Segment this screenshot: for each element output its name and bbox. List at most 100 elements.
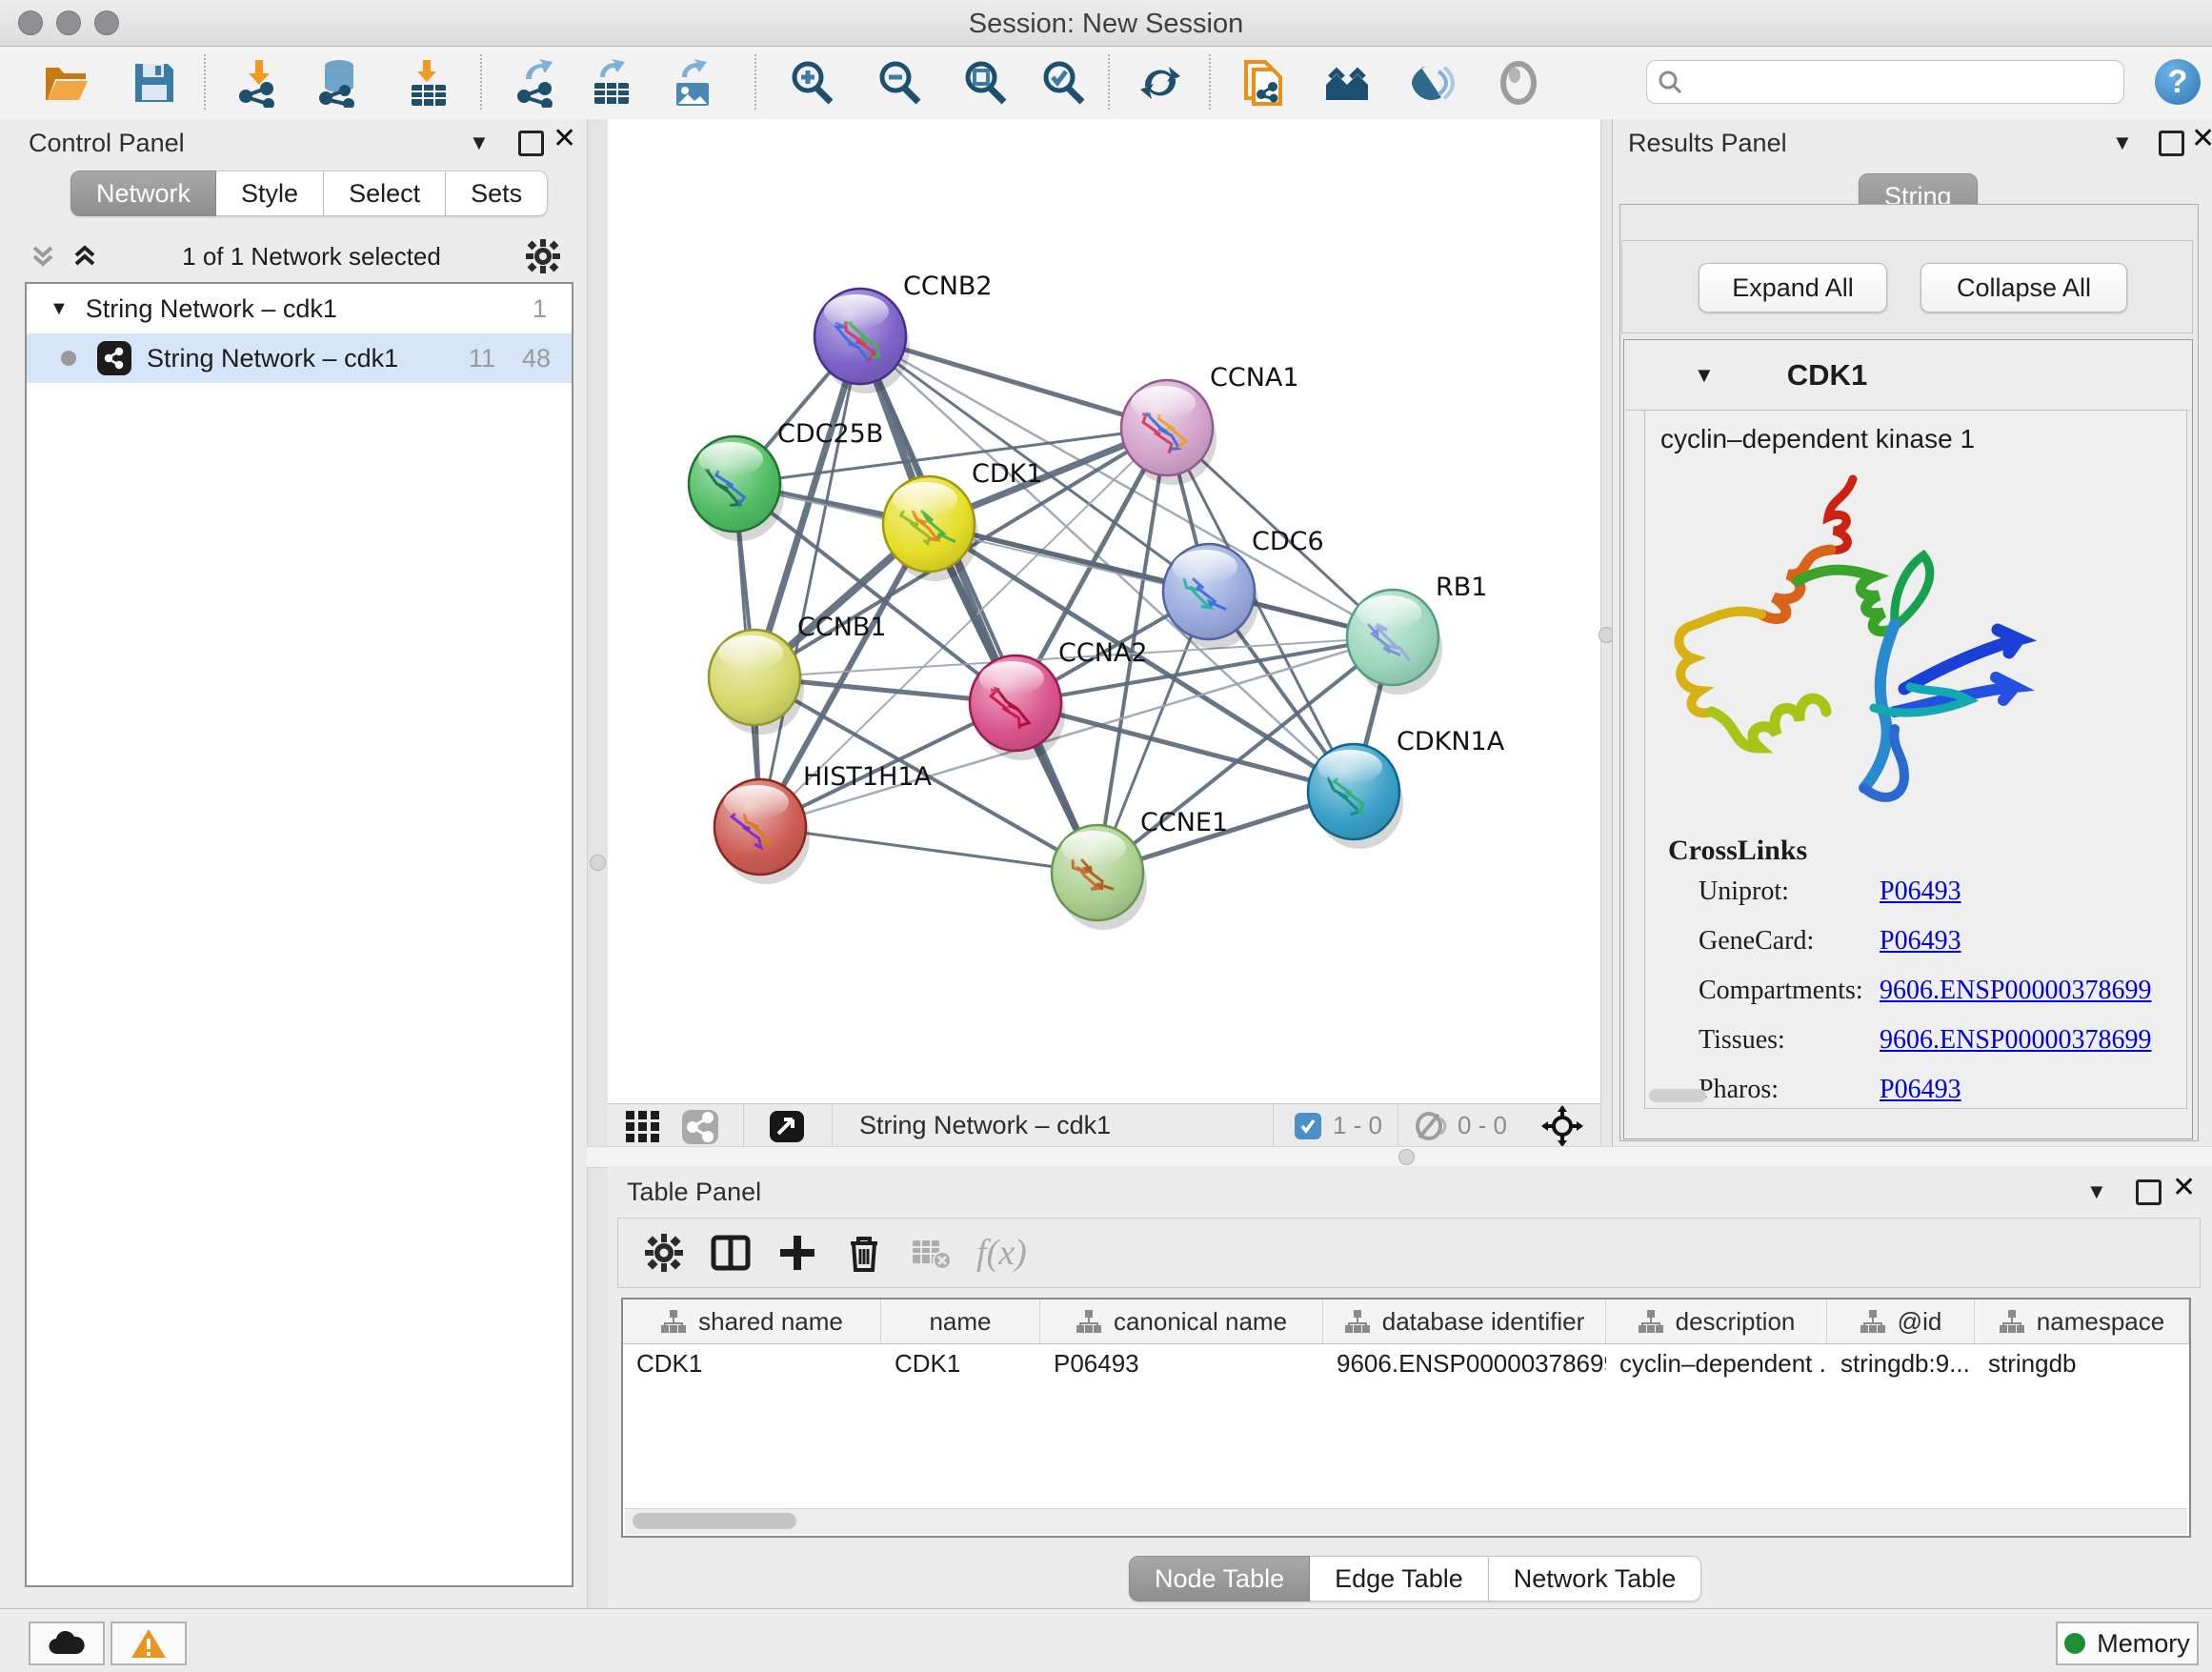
node-CCNB1[interactable]: CCNB1 [709, 613, 887, 735]
first-neighbors-icon[interactable] [1322, 58, 1372, 108]
node-CDKN1A[interactable]: CDKN1A [1308, 727, 1505, 849]
tab-network-table[interactable]: Network Table [1489, 1556, 1702, 1601]
table-h-scrollbar[interactable] [625, 1508, 2187, 1534]
left-panel-divider[interactable] [587, 119, 610, 1608]
tree-expand-icon[interactable]: ▼ [50, 298, 69, 320]
birds-eye-view-icon[interactable] [769, 1108, 805, 1144]
cell[interactable]: stringdb:9... [1827, 1349, 1975, 1379]
crosslink-value-link[interactable]: P06493 [1880, 876, 1961, 907]
delete-table-icon[interactable] [910, 1232, 952, 1274]
string-view-icon[interactable] [680, 1106, 720, 1146]
network-row[interactable]: String Network – cdk1 11 48 [27, 333, 572, 383]
refresh-icon[interactable] [1136, 58, 1185, 108]
node-CDK1[interactable]: CDK1 [883, 459, 1043, 581]
tab-sets[interactable]: Sets [446, 171, 548, 216]
cell[interactable]: CDK1 [881, 1349, 1040, 1379]
network-graph[interactable]: CCNB2CCNA1CDC25BCDK1CDC6RB1CCNB1CCNA2CDK… [608, 119, 1600, 1103]
zoom-fit-icon[interactable] [960, 58, 1010, 108]
crosslink-value-link[interactable]: P06493 [1880, 1075, 1961, 1105]
column-header-namespace[interactable]: namespace [1975, 1299, 2189, 1343]
expand-all-icon[interactable] [70, 242, 99, 271]
results-panel-maximize-icon[interactable] [2159, 131, 2184, 156]
section-collapse-icon[interactable]: ▼ [1694, 363, 1715, 388]
expand-all-button[interactable]: Expand All [1699, 263, 1887, 312]
table-row[interactable]: CDK1CDK1P064939606.ENSP00000378699cyclin… [623, 1344, 2189, 1382]
collapse-all-icon[interactable] [29, 242, 57, 271]
scrollbar-thumb[interactable] [633, 1513, 796, 1529]
column-header-@id[interactable]: @id [1827, 1299, 1975, 1343]
column-header-canonical-name[interactable]: canonical name [1040, 1299, 1323, 1343]
node-CDC6[interactable]: CDC6 [1163, 527, 1324, 649]
cell[interactable]: cyclin–dependent ... [1606, 1349, 1827, 1379]
control-panel-float-icon[interactable]: ▼ [469, 131, 490, 155]
import-network-database-icon[interactable] [314, 58, 364, 108]
zoom-in-icon[interactable] [787, 58, 836, 108]
cell[interactable]: 9606.ENSP00000378699 [1323, 1349, 1606, 1379]
tab-network[interactable]: Network [70, 171, 216, 216]
edge-CCNA2-CDKN1A[interactable] [1016, 703, 1354, 792]
control-panel-close-icon[interactable]: ✕ [553, 129, 576, 150]
export-network-icon[interactable] [513, 58, 562, 108]
network-collection-row[interactable]: ▼ String Network – cdk1 1 [27, 284, 572, 333]
import-table-file-icon[interactable] [404, 58, 453, 108]
control-panel-maximize-icon[interactable] [518, 131, 544, 156]
edge-CCNB2-HIST1H1A[interactable] [760, 336, 860, 827]
table-panel-float-icon[interactable]: ▼ [2086, 1179, 2107, 1204]
tab-edge-table[interactable]: Edge Table [1310, 1556, 1489, 1601]
edge-HIST1H1A-CCNE1[interactable] [760, 827, 1097, 873]
crosslink-value-link[interactable]: 9606.ENSP00000378699 [1880, 976, 2151, 1006]
table-options-gear-icon[interactable] [643, 1232, 685, 1274]
results-panel-float-icon[interactable]: ▼ [2112, 131, 2133, 155]
tab-node-table[interactable]: Node Table [1129, 1556, 1310, 1601]
export-table-icon[interactable] [587, 58, 636, 108]
search-box[interactable] [1646, 60, 2124, 104]
search-input[interactable] [1683, 68, 2097, 97]
import-network-file-icon[interactable] [234, 58, 284, 108]
tab-select[interactable]: Select [324, 171, 446, 216]
results-panel-close-icon[interactable]: ✕ [2191, 129, 2212, 150]
zoom-out-icon[interactable] [875, 58, 924, 108]
column-header-name[interactable]: name [881, 1299, 1040, 1343]
tab-style[interactable]: Style [216, 171, 324, 216]
node-HIST1H1A[interactable]: HIST1H1A [714, 762, 933, 884]
node-label-CDC25B: CDC25B [777, 419, 883, 449]
column-header-shared-name[interactable]: shared name [623, 1299, 881, 1343]
open-session-icon[interactable] [42, 58, 91, 108]
node-RB1[interactable]: RB1 [1347, 573, 1487, 695]
cloud-status-button[interactable] [29, 1622, 105, 1665]
table-panel-close-icon[interactable]: ✕ [2172, 1178, 2196, 1199]
crosslink-value-link[interactable]: P06493 [1880, 926, 1961, 957]
divider-handle[interactable] [1398, 1149, 1415, 1165]
network-options-gear-icon[interactable] [524, 237, 562, 275]
fit-selected-icon[interactable] [1541, 1105, 1583, 1147]
hide-selected-icon[interactable] [1406, 58, 1456, 108]
save-session-icon[interactable] [130, 58, 179, 108]
collapse-all-button[interactable]: Collapse All [1920, 263, 2127, 312]
horizontal-divider[interactable] [587, 1146, 2212, 1168]
memory-button[interactable]: Memory [2056, 1622, 2199, 1665]
help-icon[interactable]: ? [2155, 59, 2201, 105]
delete-column-icon[interactable] [843, 1232, 885, 1274]
gene-section-header[interactable]: ▼ CDK1 [1625, 341, 2191, 411]
export-image-icon[interactable] [669, 58, 718, 108]
add-column-icon[interactable] [776, 1232, 818, 1274]
column-header-description[interactable]: description [1606, 1299, 1827, 1343]
column-header-database-identifier[interactable]: database identifier [1323, 1299, 1606, 1343]
results-scrollbar-thumb[interactable] [1649, 1089, 1706, 1102]
divider-handle[interactable] [590, 855, 606, 871]
table-panel-maximize-icon[interactable] [2136, 1179, 2162, 1205]
node-table[interactable]: shared namenamecanonical namedatabase id… [621, 1298, 2191, 1538]
zoom-selected-icon[interactable] [1038, 58, 1088, 108]
clone-network-icon[interactable] [1238, 58, 1288, 108]
network-view[interactable]: CCNB2CCNA1CDC25BCDK1CDC6RB1CCNB1CCNA2CDK… [608, 119, 1600, 1103]
selected-nodes-checkbox[interactable] [1295, 1113, 1321, 1139]
warning-status-button[interactable] [111, 1622, 187, 1665]
function-builder-icon[interactable]: f(x) [976, 1232, 1027, 1274]
cell[interactable]: stringdb [1975, 1349, 2189, 1379]
show-all-icon[interactable] [1494, 58, 1543, 108]
cell[interactable]: CDK1 [623, 1349, 881, 1379]
cell[interactable]: P06493 [1040, 1349, 1323, 1379]
crosslink-value-link[interactable]: 9606.ENSP00000378699 [1880, 1025, 2151, 1056]
grid-view-icon[interactable] [623, 1106, 663, 1146]
show-columns-icon[interactable] [710, 1232, 752, 1274]
